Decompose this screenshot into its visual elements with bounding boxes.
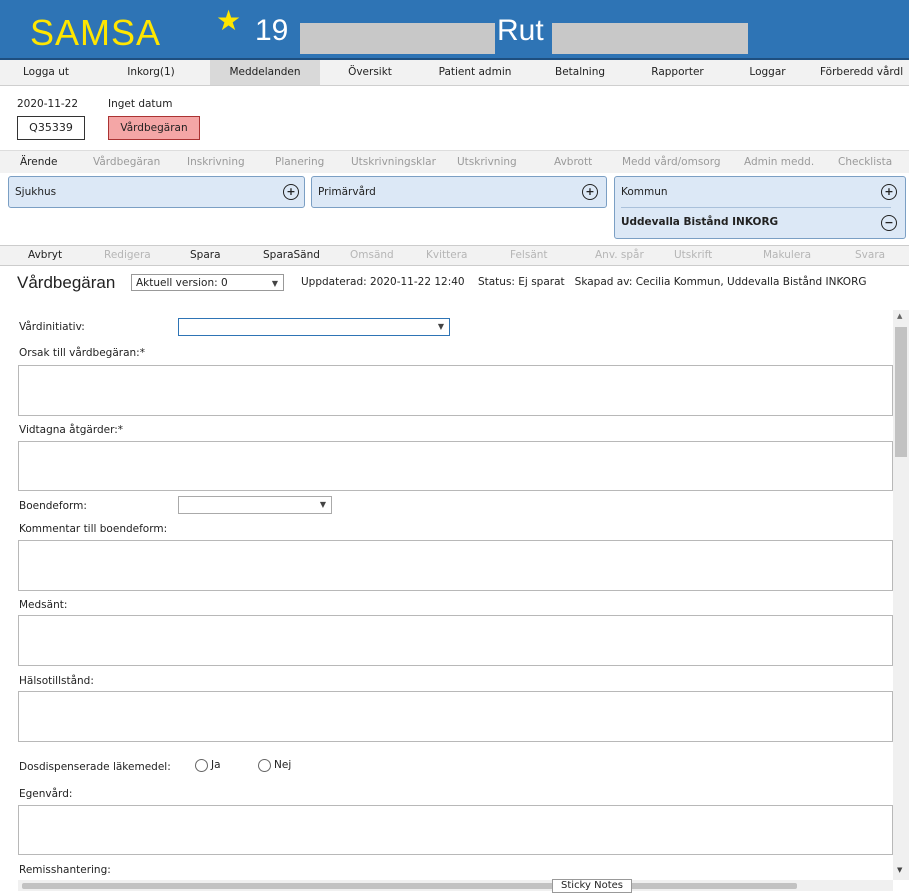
add-circle-icon[interactable]: + bbox=[283, 184, 299, 200]
chevron-down-icon: ▼ bbox=[271, 279, 278, 288]
horizontal-scrollbar-thumb[interactable] bbox=[22, 883, 797, 889]
spara-button[interactable]: Spara bbox=[190, 246, 221, 265]
process-tabs: Ärende Vårdbegäran Inskrivning Planering… bbox=[0, 150, 909, 173]
svara-button[interactable]: Svara bbox=[855, 246, 885, 265]
medsant-label: Medsänt: bbox=[19, 599, 68, 611]
recipient-sjukhus: Sjukhus + bbox=[8, 176, 305, 208]
vardinitiativ-label: Vårdinitiativ: bbox=[19, 321, 85, 333]
tab-arende[interactable]: Ärende bbox=[20, 151, 58, 173]
add-circle-icon[interactable]: + bbox=[582, 184, 598, 200]
menu-forberedd-vard[interactable]: Förberedd vårdl bbox=[810, 60, 909, 85]
ja-label: Ja bbox=[211, 759, 221, 771]
version-select[interactable]: Aktuell version: 0 ▼ bbox=[131, 274, 284, 291]
created-by-text: Skapad av: Cecilia Kommun, Uddevalla Bis… bbox=[574, 276, 867, 288]
version-value: Aktuell version: 0 bbox=[136, 277, 228, 289]
sparasand-button[interactable]: SparaSänd bbox=[263, 246, 320, 265]
redacted-block bbox=[300, 23, 495, 54]
recipient-label: Primärvård bbox=[318, 186, 376, 198]
menu-patient-admin[interactable]: Patient admin bbox=[420, 60, 530, 85]
recipient-label: Sjukhus bbox=[15, 186, 57, 198]
tab-utskrivning[interactable]: Utskrivning bbox=[457, 151, 517, 173]
menu-rapporter[interactable]: Rapporter bbox=[630, 60, 725, 85]
tab-medd-vard-omsorg[interactable]: Medd vård/omsorg bbox=[622, 151, 721, 173]
redacted-block bbox=[552, 23, 748, 54]
patient-number: 19 bbox=[255, 14, 289, 47]
orsak-textarea[interactable] bbox=[18, 365, 893, 416]
main-menu: Logga ut Inkorg(1) Meddelanden Översikt … bbox=[0, 60, 909, 86]
kommentar-label: Kommentar till boendeform: bbox=[19, 523, 168, 535]
add-circle-icon[interactable]: + bbox=[881, 184, 897, 200]
vidtagna-label: Vidtagna åtgärder:* bbox=[19, 424, 124, 436]
dosdisp-label: Dosdispenserade läkemedel: bbox=[19, 761, 171, 773]
menu-oversikt[interactable]: Översikt bbox=[320, 60, 420, 85]
boendeform-select[interactable]: ▼ bbox=[178, 496, 332, 514]
utskrift-button[interactable]: Utskrift bbox=[674, 246, 712, 265]
kommentar-textarea[interactable] bbox=[18, 540, 893, 591]
scroll-up-icon[interactable]: ▲ bbox=[897, 312, 902, 320]
scrollbar-thumb[interactable] bbox=[895, 327, 907, 457]
tab-utskrivningsklar[interactable]: Utskrivningsklar bbox=[351, 151, 436, 173]
boendeform-label: Boendeform: bbox=[19, 500, 87, 512]
date-status: Inget datum bbox=[108, 98, 173, 110]
divider bbox=[621, 207, 891, 208]
menu-betalning[interactable]: Betalning bbox=[530, 60, 630, 85]
scroll-down-icon[interactable]: ▼ bbox=[897, 866, 902, 874]
tab-admin-medd[interactable]: Admin medd. bbox=[744, 151, 814, 173]
document-title: Vårdbegäran bbox=[17, 273, 116, 292]
makulera-button[interactable]: Makulera bbox=[763, 246, 811, 265]
vardinitiativ-select[interactable]: ▼ bbox=[178, 318, 450, 336]
anv-spar-button[interactable]: Anv. spår bbox=[595, 246, 644, 265]
chevron-down-icon: ▼ bbox=[437, 322, 444, 331]
star-icon[interactable]: ★ bbox=[216, 4, 241, 37]
nej-radio[interactable] bbox=[258, 759, 271, 772]
patient-date: 2020-11-22 bbox=[17, 98, 79, 110]
case-id: Q35339 bbox=[17, 116, 85, 140]
nej-label: Nej bbox=[274, 759, 292, 771]
orsak-label: Orsak till vårdbegäran:* bbox=[19, 347, 145, 359]
recipient-label: Kommun bbox=[621, 186, 668, 198]
document-meta: Uppdaterad: 2020-11-22 12:40 Status: Ej … bbox=[301, 276, 867, 288]
halsotillstand-label: Hälsotillstånd: bbox=[19, 675, 94, 687]
ja-radio[interactable] bbox=[195, 759, 208, 772]
menu-inkorg[interactable]: Inkorg(1) bbox=[92, 60, 210, 85]
medsant-textarea[interactable] bbox=[18, 615, 893, 666]
egenvard-label: Egenvård: bbox=[19, 788, 73, 800]
felsant-button[interactable]: Felsänt bbox=[510, 246, 548, 265]
action-toolbar: Avbryt Redigera Spara SparaSänd Omsänd K… bbox=[0, 245, 909, 266]
tab-planering[interactable]: Planering bbox=[275, 151, 324, 173]
app-logo: SAMSA bbox=[30, 12, 162, 53]
redigera-button[interactable]: Redigera bbox=[104, 246, 151, 265]
omsand-button[interactable]: Omsänd bbox=[350, 246, 394, 265]
halsotillstand-textarea[interactable] bbox=[18, 691, 893, 742]
avbryt-button[interactable]: Avbryt bbox=[28, 246, 62, 265]
menu-loggar[interactable]: Loggar bbox=[725, 60, 810, 85]
chevron-down-icon: ▼ bbox=[319, 500, 326, 509]
kvittera-button[interactable]: Kvittera bbox=[426, 246, 467, 265]
egenvard-textarea[interactable] bbox=[18, 805, 893, 855]
status-badge[interactable]: Vårdbegäran bbox=[108, 116, 200, 140]
recipient-selected[interactable]: Uddevalla Bistånd INKORG bbox=[621, 216, 778, 228]
recipient-primarvard: Primärvård + bbox=[311, 176, 607, 208]
menu-meddelanden[interactable]: Meddelanden bbox=[210, 60, 320, 85]
recipient-kommun: Kommun + Uddevalla Bistånd INKORG − bbox=[614, 176, 906, 239]
vidtagna-textarea[interactable] bbox=[18, 441, 893, 491]
status-text: Status: Ej sparat bbox=[477, 276, 565, 288]
patient-name: Rut bbox=[497, 14, 544, 47]
remove-circle-icon[interactable]: − bbox=[881, 215, 897, 231]
tab-avbrott[interactable]: Avbrott bbox=[554, 151, 592, 173]
tab-vardbegaran[interactable]: Vårdbegäran bbox=[93, 151, 160, 173]
tab-inskrivning[interactable]: Inskrivning bbox=[187, 151, 245, 173]
updated-text: Uppdaterad: 2020-11-22 12:40 bbox=[301, 276, 465, 288]
menu-logga-ut[interactable]: Logga ut bbox=[0, 60, 92, 85]
tab-checklista[interactable]: Checklista bbox=[838, 151, 892, 173]
remiss-label: Remisshantering: bbox=[19, 864, 111, 876]
